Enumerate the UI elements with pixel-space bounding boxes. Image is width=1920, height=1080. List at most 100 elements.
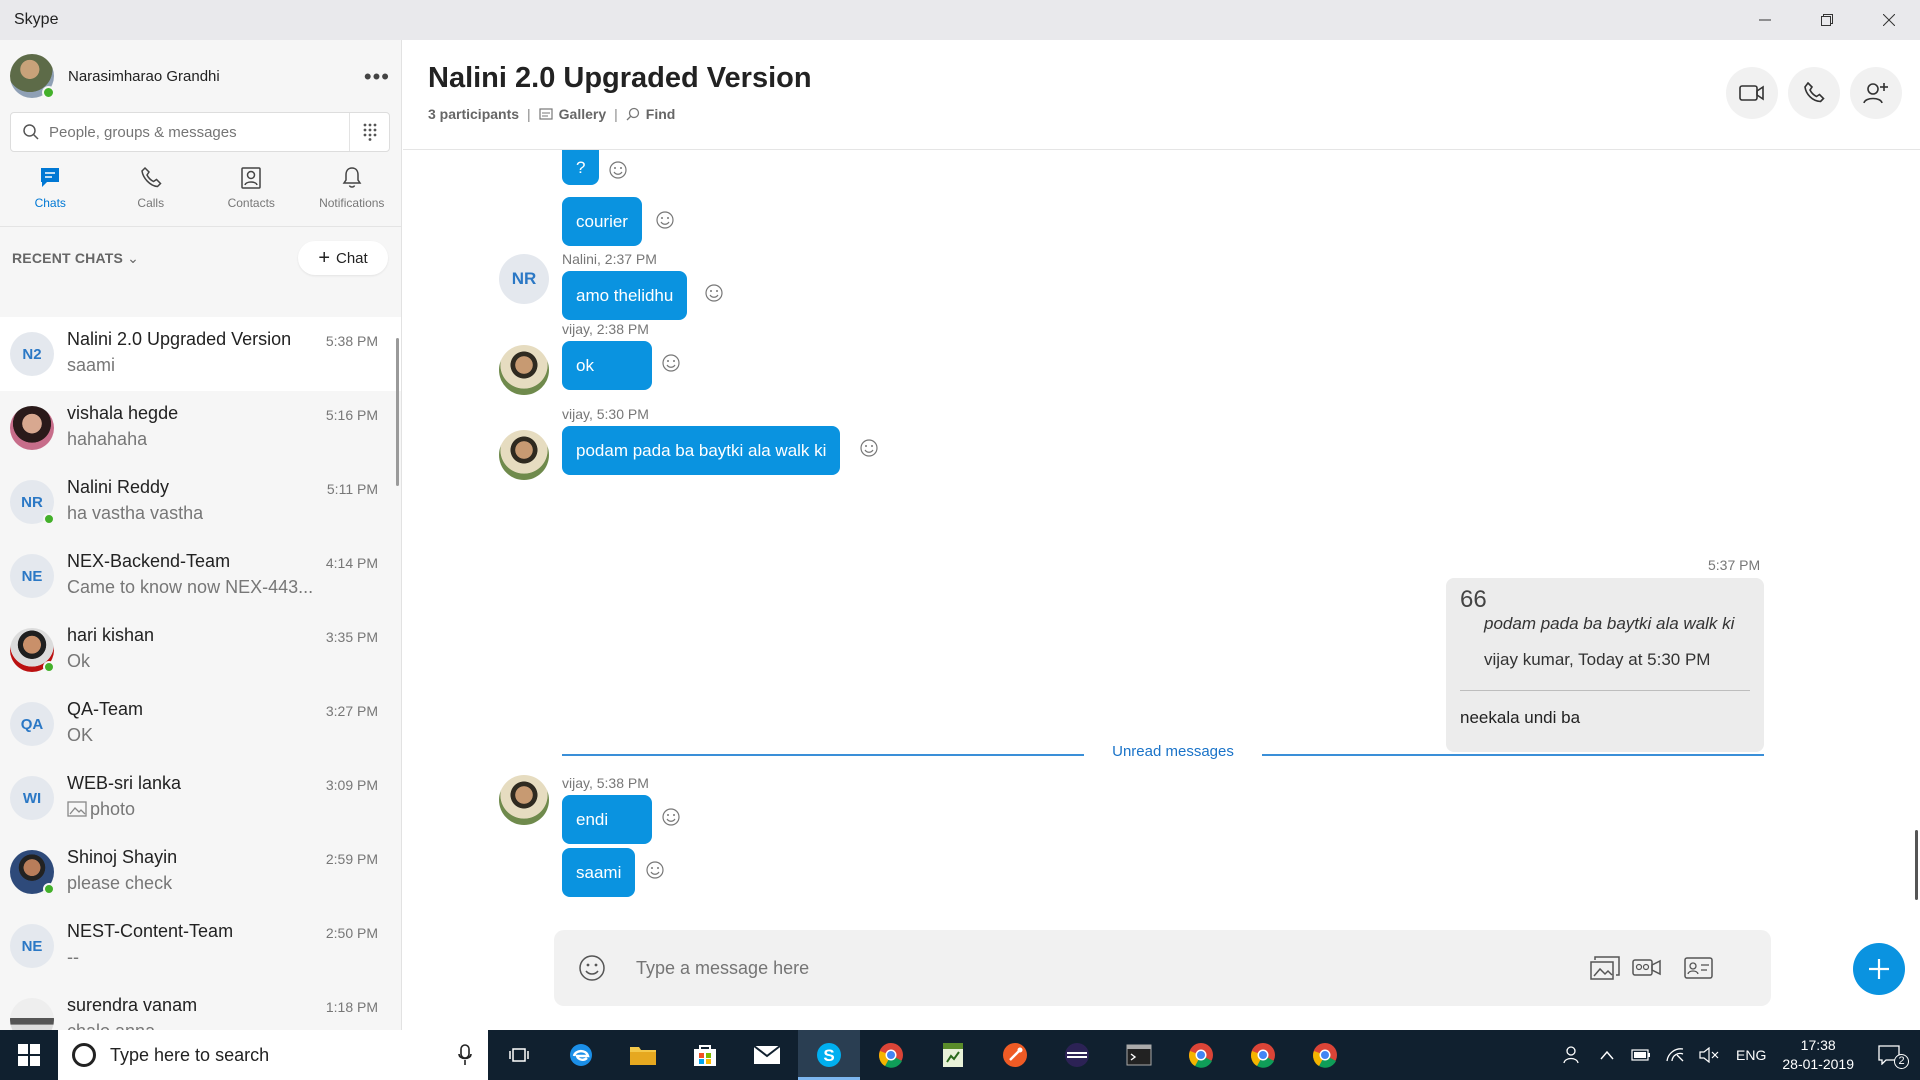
audio-call-button[interactable] <box>1788 67 1840 119</box>
sender-avatar-photo[interactable] <box>499 775 549 825</box>
people-button[interactable] <box>1556 1045 1590 1065</box>
chat-list-item[interactable]: N2 Nalini 2.0 Upgraded Version saami 5:3… <box>0 317 401 391</box>
chat-list-item[interactable]: QA QA-Team OK 3:27 PM <box>0 687 401 761</box>
windows-taskbar: Type here to search S ENG 17:38 28-01-20… <box>0 1030 1920 1080</box>
message-time: 5:37 PM <box>1708 557 1761 573</box>
chat-list-item[interactable]: Shinoj Shayin please check 2:59 PM <box>0 835 401 909</box>
show-hidden-icons-button[interactable] <box>1590 1050 1624 1060</box>
emoji-icon[interactable] <box>578 954 606 982</box>
wifi-indicator[interactable] <box>1658 1047 1692 1063</box>
chat-list-item[interactable]: surendra vanam chalo anna 1:18 PM <box>0 983 401 1030</box>
message-bubble[interactable]: podam pada ba baytki ala walk ki <box>562 426 841 475</box>
chat-preview-text: photo <box>90 799 136 819</box>
chat-list-item[interactable]: NR Nalini Reddy ha vastha vastha 5:11 PM <box>0 465 401 539</box>
taskbar-chrome[interactable] <box>1232 1030 1294 1080</box>
own-message-quote[interactable]: 66 podam pada ba baytki ala walk ki vija… <box>1446 578 1764 752</box>
chat-preview: saami <box>67 355 116 375</box>
message-bubble[interactable]: saami <box>562 848 636 897</box>
task-view-button[interactable] <box>488 1030 550 1080</box>
taskbar-spreadsheet[interactable] <box>922 1030 984 1080</box>
chat-avatar-photo <box>10 850 55 895</box>
window-titlebar: Skype <box>0 0 1920 40</box>
restore-icon <box>1821 14 1833 26</box>
chat-list-item[interactable]: hari kishan Ok 3:35 PM <box>0 613 401 687</box>
tab-chats[interactable]: Chats <box>0 162 101 226</box>
language-indicator[interactable]: ENG <box>1736 1047 1766 1063</box>
chat-avatar-initials: WI <box>22 789 42 807</box>
message-bubble[interactable]: ? <box>562 150 600 185</box>
message-bubble[interactable]: ok <box>562 341 652 390</box>
message-input[interactable] <box>636 950 1536 986</box>
tab-notifications[interactable]: Notifications <box>302 162 402 226</box>
participants-link[interactable]: 3 participants <box>428 106 519 122</box>
recent-chats-label: RECENT CHATS <box>12 250 124 266</box>
dialpad-button[interactable] <box>349 113 389 151</box>
taskbar-search[interactable]: Type here to search <box>58 1030 488 1080</box>
tab-calls[interactable]: Calls <box>101 162 202 226</box>
taskbar-file-explorer[interactable] <box>612 1030 674 1080</box>
taskbar-mail[interactable] <box>736 1030 798 1080</box>
chat-list-item[interactable]: WI WEB-sri lanka photo 3:09 PM <box>0 761 401 835</box>
start-button[interactable] <box>0 1030 58 1080</box>
close-button[interactable] <box>1858 0 1920 40</box>
video-call-button[interactable] <box>1726 67 1778 119</box>
dialpad-icon <box>363 123 376 141</box>
search-input[interactable] <box>49 123 339 141</box>
action-center-button[interactable]: 2 <box>1872 1045 1909 1069</box>
add-content-button[interactable] <box>1853 943 1905 995</box>
find-link[interactable]: Find <box>646 106 676 122</box>
emoji-reaction-icon[interactable] <box>608 160 628 180</box>
chat-list-item[interactable]: NE NEX-Backend-Team Came to know now NEX… <box>0 539 401 613</box>
send-contact-button[interactable] <box>1681 950 1717 986</box>
taskbar-edge[interactable] <box>550 1030 612 1080</box>
add-participant-button[interactable] <box>1850 67 1902 119</box>
emoji-reaction-icon[interactable] <box>655 210 675 230</box>
microphone-icon[interactable] <box>458 1044 472 1066</box>
taskbar-terminal[interactable] <box>1108 1030 1170 1080</box>
taskbar-store[interactable] <box>674 1030 736 1080</box>
emoji-reaction-icon[interactable] <box>645 860 665 880</box>
chat-time: 1:18 PM <box>325 999 378 1015</box>
taskbar-chrome[interactable] <box>1170 1030 1232 1080</box>
taskbar-chrome[interactable] <box>1294 1030 1356 1080</box>
conversation-panel: Nalini 2.0 Upgraded Version 3 participan… <box>403 40 1920 1030</box>
message-bubble[interactable]: courier <box>562 197 642 246</box>
volume-indicator[interactable] <box>1692 1047 1726 1063</box>
taskbar-postman[interactable] <box>984 1030 1046 1080</box>
restore-button[interactable] <box>1796 0 1858 40</box>
message-text: ? <box>576 157 586 177</box>
recent-chats-header: RECENT CHATS ⌄ + Chat <box>0 226 401 286</box>
taskbar-clock[interactable]: 17:38 28-01-2019 <box>1782 1036 1854 1074</box>
more-options-icon[interactable]: ••• <box>364 64 390 90</box>
taskbar-eclipse[interactable] <box>1046 1030 1108 1080</box>
emoji-reaction-icon[interactable] <box>661 807 681 827</box>
chat-list-item[interactable]: NE NEST-Content-Team -- 2:50 PM <box>0 909 401 983</box>
sender-avatar-photo[interactable] <box>499 345 549 395</box>
battery-indicator[interactable] <box>1624 1049 1658 1061</box>
tab-contacts[interactable]: Contacts <box>201 162 302 226</box>
conversation-title[interactable]: Nalini 2.0 Upgraded Version <box>428 62 812 95</box>
message-bubble[interactable]: endi <box>562 795 652 844</box>
profile-avatar[interactable] <box>10 54 55 99</box>
sender-avatar[interactable]: NR <box>499 254 549 304</box>
taskbar-chrome[interactable] <box>860 1030 922 1080</box>
chat-avatar: QA <box>10 702 54 746</box>
emoji-reaction-icon[interactable] <box>859 438 879 458</box>
gallery-link[interactable]: Gallery <box>559 106 606 122</box>
sender-avatar-photo[interactable] <box>499 430 549 480</box>
chat-list-item[interactable]: vishala hegde hahahaha 5:16 PM <box>0 391 401 465</box>
new-chat-button[interactable]: + Chat <box>298 241 388 275</box>
message-bubble[interactable]: amo thelidhu <box>562 271 688 320</box>
taskbar-skype[interactable]: S <box>798 1030 860 1080</box>
emoji-reaction-icon[interactable] <box>661 353 681 373</box>
chat-preview: please check <box>67 873 173 893</box>
emoji-reaction-icon[interactable] <box>704 283 724 303</box>
recent-chats-dropdown[interactable]: RECENT CHATS ⌄ <box>12 250 139 267</box>
send-file-button[interactable] <box>1587 950 1623 986</box>
video-message-button[interactable] <box>1629 950 1665 986</box>
conversation-scrollbar[interactable] <box>1915 830 1918 900</box>
minimize-button[interactable] <box>1734 0 1796 40</box>
profile-name[interactable]: Narasimharao Grandhi <box>68 68 220 85</box>
sidebar-scrollbar[interactable] <box>396 338 399 486</box>
message-text: amo thelidhu <box>576 285 674 305</box>
